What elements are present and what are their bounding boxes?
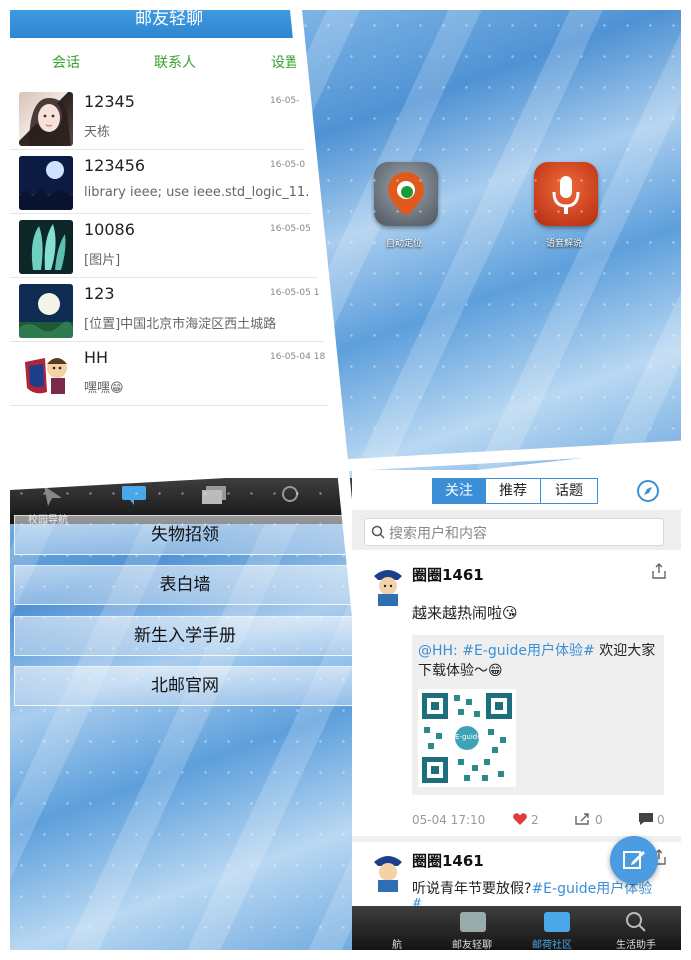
quoted-text: @HH: #E-guide用户体验# 欢迎大家下载体验～😁 [418, 641, 660, 681]
repost-count: 0 [595, 813, 603, 827]
community-feed-panel: 关注 推荐 话题 搜索用户和内容 圈圈1461 越来越热闹啦😘 @HH: #E-… [352, 470, 681, 950]
qr-code-image[interactable]: E-guide [418, 689, 516, 787]
comment-icon[interactable] [638, 812, 654, 826]
bottom-nav-bar: 航 邮友轻聊 邮荷社区 生活助手 [352, 906, 681, 950]
topic-tag[interactable]: #E-guide用户体验# [462, 643, 595, 659]
user-avatar-icon[interactable] [368, 848, 408, 894]
edit-pencil-icon [623, 851, 645, 869]
repost-icon[interactable] [574, 812, 592, 826]
comment-count: 0 [657, 813, 665, 827]
compose-fab[interactable] [610, 836, 658, 884]
search-icon[interactable] [624, 910, 648, 934]
mention-link[interactable]: @HH: [418, 643, 458, 659]
user-avatar-icon[interactable] [368, 562, 408, 608]
post-username[interactable]: 圈圈1461 [412, 564, 484, 585]
nav-item-life-helper[interactable]: 生活助手 [616, 936, 656, 950]
community-icon[interactable] [544, 912, 570, 932]
chat-bubble-icon[interactable] [460, 912, 486, 932]
heart-icon[interactable] [512, 812, 528, 826]
share-icon[interactable] [650, 562, 668, 580]
compass-icon[interactable] [635, 478, 661, 504]
segment-recommended[interactable]: 推荐 [485, 478, 541, 504]
nav-item-community[interactable]: 邮荷社区 [532, 936, 572, 950]
post-text: 越来越热闹啦😘 [412, 604, 518, 622]
segment-topics[interactable]: 话题 [540, 478, 598, 504]
post-username[interactable]: 圈圈1461 [412, 850, 484, 871]
search-input[interactable]: 搜索用户和内容 [364, 518, 664, 546]
post-body: 听说青年节要放假? [412, 881, 532, 897]
post-time: 05-04 17:10 [412, 813, 486, 827]
like-count: 2 [531, 813, 539, 827]
quoted-post[interactable]: @HH: #E-guide用户体验# 欢迎大家下载体验～😁 E-guide [412, 635, 664, 795]
search-placeholder: 搜索用户和内容 [389, 526, 487, 542]
search-icon [371, 525, 385, 539]
qr-label: E-guide [455, 733, 482, 741]
nav-item-chat[interactable]: 邮友轻聊 [452, 936, 492, 950]
segment-following[interactable]: 关注 [432, 478, 486, 504]
nav-item-campus-nav[interactable]: 航 [392, 936, 402, 950]
